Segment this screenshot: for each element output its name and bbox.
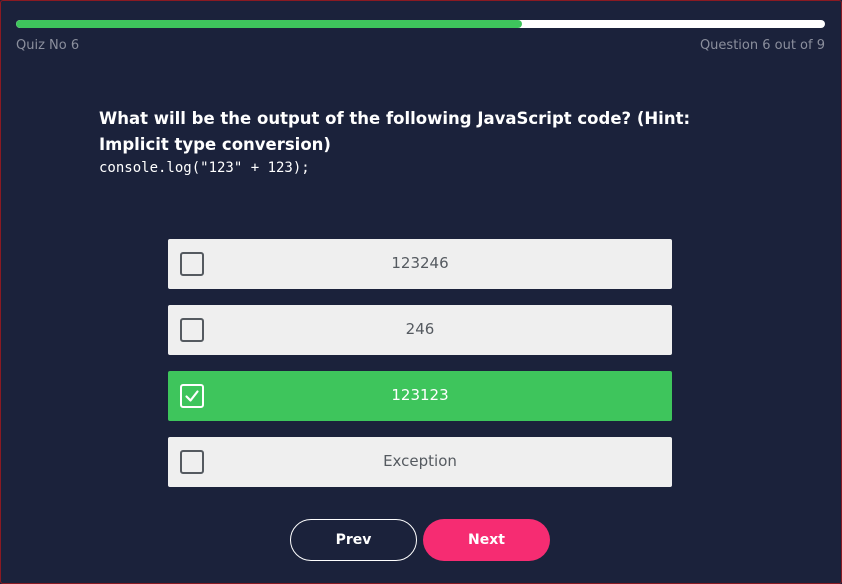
option-3[interactable]: 123123 (168, 371, 672, 421)
option-4[interactable]: Exception (168, 437, 672, 487)
progress-bar (16, 20, 825, 28)
quiz-label: Quiz No 6 (16, 38, 80, 53)
option-2[interactable]: 246 (168, 305, 672, 355)
progress-fill (16, 20, 522, 28)
option-label: 123123 (391, 386, 449, 404)
prev-button[interactable]: Prev (290, 519, 417, 561)
option-label: Exception (383, 452, 457, 470)
question-text: What will be the output of the following… (99, 109, 691, 154)
question-code: console.log("123" + 123); (99, 160, 310, 176)
option-label: 123246 (391, 254, 449, 272)
next-button[interactable]: Next (423, 519, 550, 561)
question-counter: Question 6 out of 9 (699, 38, 825, 53)
window-frame (0, 0, 842, 584)
option-1[interactable]: 123246 (168, 239, 672, 289)
option-label: 246 (405, 320, 435, 338)
